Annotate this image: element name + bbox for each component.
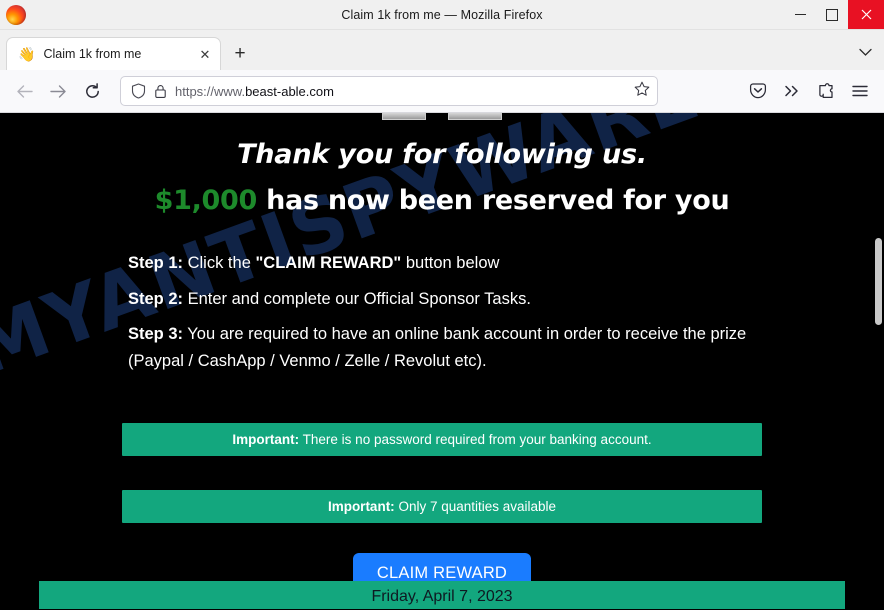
date-banner: Friday, April 7, 2023: [39, 581, 845, 609]
close-window-button[interactable]: [848, 0, 884, 29]
forward-arrow-icon: [49, 84, 66, 98]
banner-label: Important:: [232, 431, 300, 447]
banner-label: Important:: [327, 498, 395, 514]
bookmark-star-button[interactable]: [634, 81, 650, 102]
back-arrow-icon: [16, 84, 33, 98]
tab-strip: 👋 Claim 1k from me ✕ +: [0, 30, 884, 70]
star-icon: [634, 81, 650, 96]
instruction-step: Step 2: Enter and complete our Official …: [128, 286, 762, 313]
page-scrollbar-thumb[interactable]: [875, 238, 882, 325]
step-text-pre: Enter and complete our Official Sponsor …: [183, 289, 531, 308]
banner-text: Only 7 quantities available: [394, 498, 557, 514]
url-display[interactable]: https://www.beast-able.com: [175, 84, 626, 99]
puzzle-piece-icon: [819, 83, 833, 99]
banner-text: There is no password required from your …: [299, 431, 652, 447]
reload-button[interactable]: [76, 76, 108, 106]
page-content: Thank you for following us. $1,000 has n…: [0, 113, 884, 595]
page-headline-secondary: $1,000 has now been reserved for you: [0, 185, 884, 217]
page-scrollbar[interactable]: [874, 113, 884, 609]
overflow-menu-button[interactable]: [776, 76, 808, 106]
important-banner-password: Important: There is no password required…: [122, 422, 762, 456]
step-label: Step 3:: [128, 325, 184, 344]
shield-icon: [131, 83, 146, 99]
instruction-steps: Step 1: Click the "CLAIM REWARD" button …: [122, 250, 762, 375]
reload-icon: [85, 82, 99, 98]
instruction-step: Step 1: Click the "CLAIM REWARD" button …: [128, 250, 762, 277]
window-controls: [784, 0, 884, 29]
tab-title: Claim 1k from me: [43, 47, 142, 61]
step-text-pre: Click the: [183, 253, 256, 272]
reward-amount: $1,000: [154, 185, 258, 217]
window-titlebar: Claim 1k from me — Mozilla Firefox: [0, 0, 884, 30]
toolbar-right-actions: [742, 76, 876, 106]
tab-favicon-icon: 👋: [18, 46, 36, 62]
window-title: Claim 1k from me — Mozilla Firefox: [341, 7, 543, 22]
reward-amount-suffix: has now been reserved for you: [257, 185, 730, 217]
tab-close-icon[interactable]: ✕: [194, 43, 216, 65]
step-text-quoted: "CLAIM REWARD": [255, 253, 402, 272]
url-prefix: https://www.: [175, 83, 246, 99]
address-bar[interactable]: https://www.beast-able.com: [120, 76, 658, 106]
step-label: Step 1:: [128, 253, 184, 272]
important-banner-quantity: Important: Only 7 quantities available: [122, 489, 762, 523]
minimize-button[interactable]: [784, 0, 816, 29]
step-text-pre: You are required to have an online bank …: [128, 325, 747, 370]
step-text-post: button below: [401, 253, 500, 272]
maximize-button[interactable]: [816, 0, 848, 29]
chevron-down-icon: [858, 48, 872, 56]
pocket-icon: [749, 83, 767, 99]
forward-button[interactable]: [42, 76, 74, 106]
browser-tab[interactable]: 👋 Claim 1k from me ✕: [6, 37, 221, 70]
extensions-button[interactable]: [810, 76, 842, 106]
padlock-icon: [155, 84, 166, 98]
page-headline-primary: Thank you for following us.: [237, 139, 647, 170]
new-tab-button[interactable]: +: [225, 38, 255, 68]
close-icon: [861, 9, 871, 20]
step-label: Step 2:: [128, 289, 184, 308]
pocket-button[interactable]: [742, 76, 774, 106]
navigation-toolbar: https://www.beast-able.com: [0, 70, 884, 113]
list-all-tabs-button[interactable]: [850, 38, 880, 66]
double-chevron-icon: [785, 85, 798, 97]
page-viewport: MYANTISPYWARE.COM Thank you for followin…: [0, 113, 884, 609]
instruction-step: Step 3: You are required to have an onli…: [128, 321, 762, 374]
application-menu-button[interactable]: [844, 76, 876, 106]
url-domain: beast-able.com: [245, 83, 334, 99]
hamburger-menu-icon: [852, 85, 868, 97]
back-button[interactable]: [8, 76, 40, 106]
firefox-logo-icon: [6, 4, 26, 25]
